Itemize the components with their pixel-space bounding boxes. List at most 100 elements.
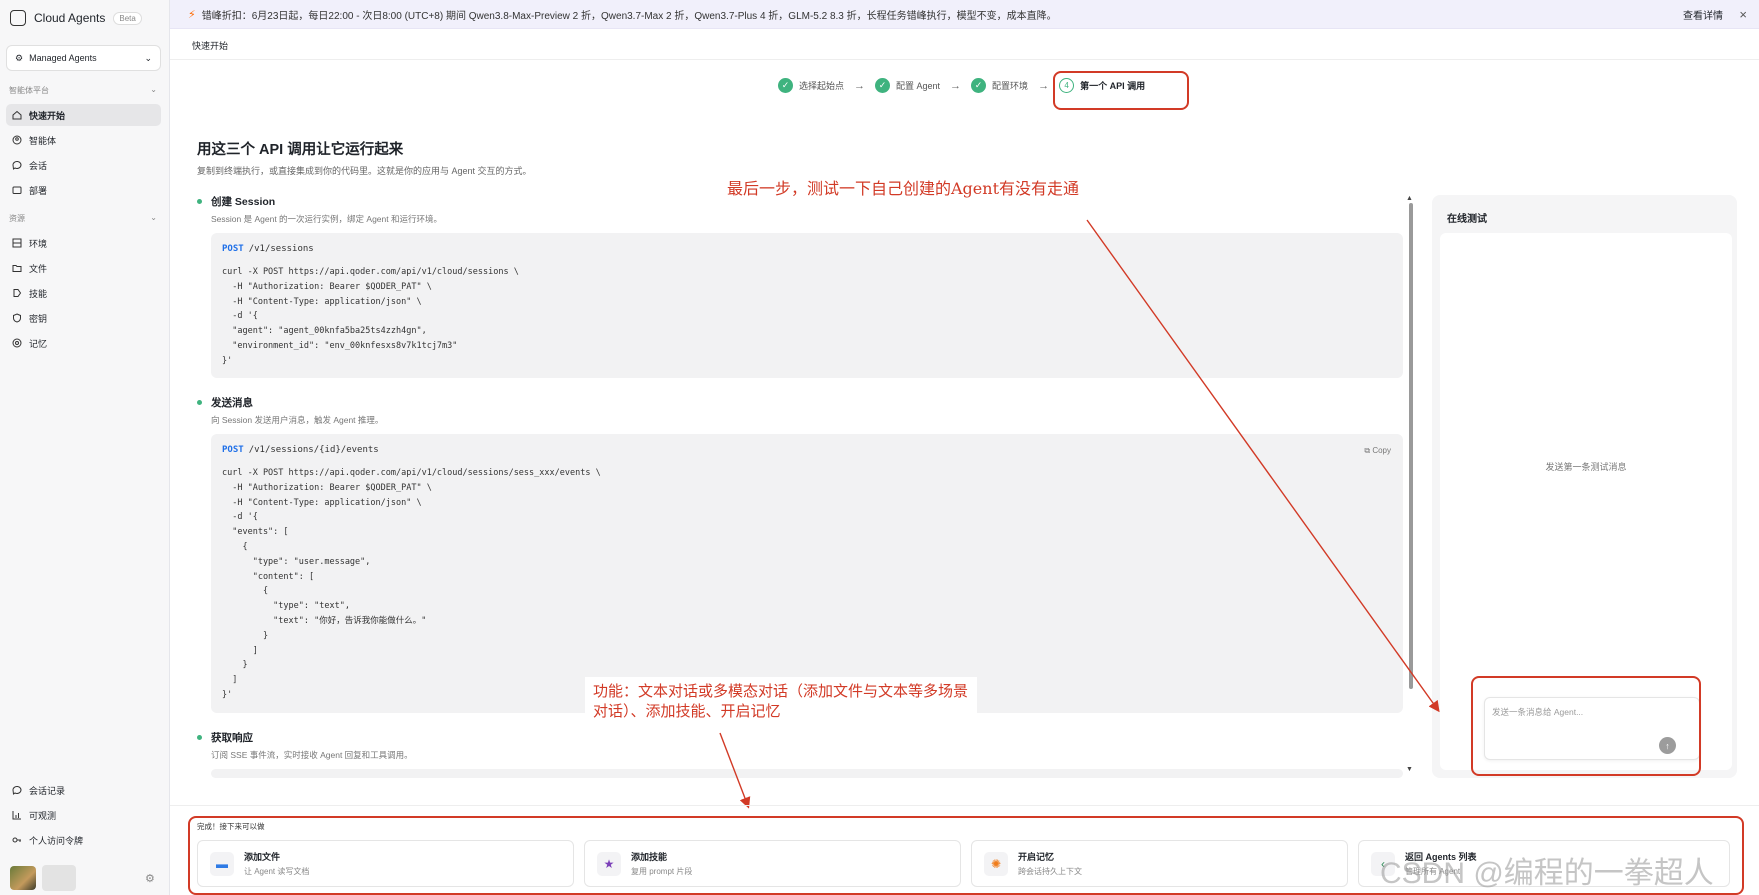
section-platform-label: 智能体平台 bbox=[9, 86, 49, 95]
sidebar-item-files[interactable]: 文件 bbox=[6, 257, 161, 279]
test-panel-title: 在线测试 bbox=[1447, 214, 1487, 225]
code-snippet: curl -X POST https://api.qoder.com/api/v… bbox=[222, 267, 519, 366]
check-icon: ✓ bbox=[875, 78, 891, 93]
watermark: CSDN @编程的一拳超人 bbox=[1380, 857, 1714, 890]
bar-chart-icon bbox=[12, 810, 22, 820]
chat-icon bbox=[12, 160, 22, 170]
sidebar-item-label: 文件 bbox=[29, 263, 48, 274]
page-subtitle: 复制到终端执行，或直接集成到你的代码里。这就是你的应用与 Agent 交互的方式… bbox=[197, 166, 532, 176]
step-1[interactable]: ✓ 选择起始点 bbox=[778, 78, 844, 93]
deploy-icon bbox=[12, 185, 22, 195]
sidebar-item-label: 记忆 bbox=[29, 338, 48, 349]
code-block-create-session[interactable]: POST/v1/sessions curl -X POST https://ap… bbox=[211, 233, 1403, 378]
scrollbar[interactable] bbox=[1409, 203, 1413, 689]
arrow-right-icon: → bbox=[1038, 79, 1050, 92]
sidebar-item-label: 会话记录 bbox=[29, 785, 66, 796]
sidebar-item-skills[interactable]: 技能 bbox=[6, 282, 161, 304]
home-icon bbox=[12, 110, 22, 120]
section-title-send-message: 发送消息 bbox=[211, 397, 253, 409]
memory-icon bbox=[12, 338, 22, 348]
cloud-agents-logo-icon bbox=[10, 10, 26, 26]
annotation-box-step bbox=[1053, 71, 1189, 110]
avatar bbox=[10, 866, 36, 890]
settings-gear-icon[interactable]: ⚙ bbox=[145, 872, 157, 885]
user-profile[interactable] bbox=[10, 865, 76, 891]
annotation-last-step: 最后一步，测试一下自己创建的Agent有没有走通 bbox=[727, 179, 1080, 198]
key-icon bbox=[12, 835, 22, 845]
banner-text: 错峰折扣：6月23日起，每日22:00 - 次日8:00 (UTC+8) 期间 … bbox=[201, 10, 1057, 22]
step-label: 选择起始点 bbox=[799, 81, 845, 91]
request-line: POST/v1/sessions/{id}/events bbox=[222, 445, 1392, 455]
brand-name: Cloud Agents bbox=[34, 11, 106, 25]
sidebar: Cloud Agents Beta ⚙ Managed Agents ⌄ 智能体… bbox=[0, 0, 170, 895]
arrow-right-icon: → bbox=[854, 79, 866, 92]
section-marker bbox=[197, 199, 202, 204]
section-desc: 订阅 SSE 事件流，实时接收 Agent 回复和工具调用。 bbox=[211, 750, 413, 760]
section-title-get-response: 获取响应 bbox=[211, 732, 253, 744]
username-redacted bbox=[42, 865, 76, 891]
workspace-selector[interactable]: ⚙ Managed Agents ⌄ bbox=[6, 45, 161, 71]
skill-icon bbox=[12, 288, 22, 298]
chevron-down-icon: ⌄ bbox=[150, 85, 157, 94]
chevron-down-icon: ⌄ bbox=[144, 52, 152, 63]
code-block-send-message[interactable]: POST/v1/sessions/{id}/events ⧉ Copy curl… bbox=[211, 434, 1403, 713]
request-line: POST/v1/sessions bbox=[222, 244, 1392, 254]
step-label: 配置环境 bbox=[992, 81, 1029, 91]
divider bbox=[170, 59, 1759, 60]
close-icon[interactable]: × bbox=[1739, 7, 1747, 22]
workspace-label: Managed Agents bbox=[29, 53, 97, 63]
beta-badge: Beta bbox=[113, 11, 142, 25]
sidebar-item-label: 技能 bbox=[29, 288, 48, 299]
step-3[interactable]: ✓ 配置环境 bbox=[971, 78, 1028, 93]
folder-icon bbox=[12, 263, 22, 273]
sidebar-item-label: 会话 bbox=[29, 160, 48, 171]
promo-banner: ⚡ 错峰折扣：6月23日起，每日22:00 - 次日8:00 (UTC+8) 期… bbox=[170, 0, 1759, 29]
sidebar-item-quickstart[interactable]: 快速开始 bbox=[6, 104, 161, 126]
sidebar-item-label: 个人访问令牌 bbox=[29, 835, 84, 846]
step-2[interactable]: ✓ 配置 Agent bbox=[875, 78, 940, 93]
agents-gear-icon: ⚙ bbox=[15, 52, 24, 63]
check-icon: ✓ bbox=[971, 78, 987, 93]
http-method: POST bbox=[222, 445, 244, 455]
section-desc: Session 是 Agent 的一次运行实例，绑定 Agent 和运行环境。 bbox=[211, 214, 442, 224]
agent-icon bbox=[12, 135, 22, 145]
sidebar-item-observability[interactable]: 可观测 bbox=[6, 804, 161, 826]
check-icon: ✓ bbox=[778, 78, 793, 93]
endpoint-path: /v1/sessions/{id}/events bbox=[248, 445, 379, 455]
section-marker bbox=[197, 735, 202, 740]
sidebar-item-sessions[interactable]: 会话 bbox=[6, 154, 161, 176]
chevron-down-icon: ⌄ bbox=[150, 213, 157, 222]
code-block-get-response[interactable] bbox=[211, 769, 1403, 778]
annotation-box-message bbox=[1471, 676, 1701, 776]
arrow-right-icon: → bbox=[950, 79, 962, 92]
section-marker bbox=[197, 400, 202, 405]
section-resources[interactable]: 资源 ⌄ bbox=[9, 213, 157, 224]
sidebar-item-label: 部署 bbox=[29, 185, 48, 196]
sidebar-item-label: 快速开始 bbox=[29, 110, 66, 121]
annotation-features: 功能：文本对话或多模态对话（添加文件与文本等多场景对话）、添加技能、开启记忆 bbox=[585, 677, 977, 729]
endpoint-path: /v1/sessions bbox=[248, 244, 314, 254]
sidebar-item-label: 密钥 bbox=[29, 313, 48, 324]
sidebar-item-agents[interactable]: 智能体 bbox=[6, 129, 161, 151]
copy-button[interactable]: ⧉ Copy bbox=[1364, 446, 1391, 456]
empty-state-text: 发送第一条测试消息 bbox=[1545, 462, 1627, 472]
sidebar-item-deploy[interactable]: 部署 bbox=[6, 179, 161, 201]
sidebar-item-environments[interactable]: 环境 bbox=[6, 232, 161, 254]
breadcrumb: 快速开始 bbox=[192, 41, 229, 51]
sidebar-item-session-logs[interactable]: 会话记录 bbox=[6, 779, 161, 801]
sidebar-item-secrets[interactable]: 密钥 bbox=[6, 307, 161, 329]
section-title-create-session: 创建 Session bbox=[211, 196, 276, 208]
sidebar-item-memory[interactable]: 记忆 bbox=[6, 332, 161, 354]
sidebar-item-label: 智能体 bbox=[29, 135, 57, 146]
section-platform[interactable]: 智能体平台 ⌄ bbox=[9, 85, 157, 96]
code-snippet: curl -X POST https://api.qoder.com/api/v… bbox=[222, 468, 601, 700]
brand[interactable]: Cloud Agents Beta bbox=[10, 10, 142, 26]
scroll-up-icon[interactable]: ▲ bbox=[1406, 195, 1413, 202]
shield-icon bbox=[12, 313, 22, 323]
sidebar-item-tokens[interactable]: 个人访问令牌 bbox=[6, 829, 161, 851]
banner-details-link[interactable]: 查看详情 bbox=[1683, 7, 1723, 22]
section-desc: 向 Session 发送用户消息，触发 Agent 推理。 bbox=[211, 415, 384, 425]
chat-icon bbox=[12, 785, 22, 795]
scroll-down-icon[interactable]: ▼ bbox=[1406, 766, 1413, 773]
page-title: 用这三个 API 调用让它运行起来 bbox=[197, 142, 404, 158]
